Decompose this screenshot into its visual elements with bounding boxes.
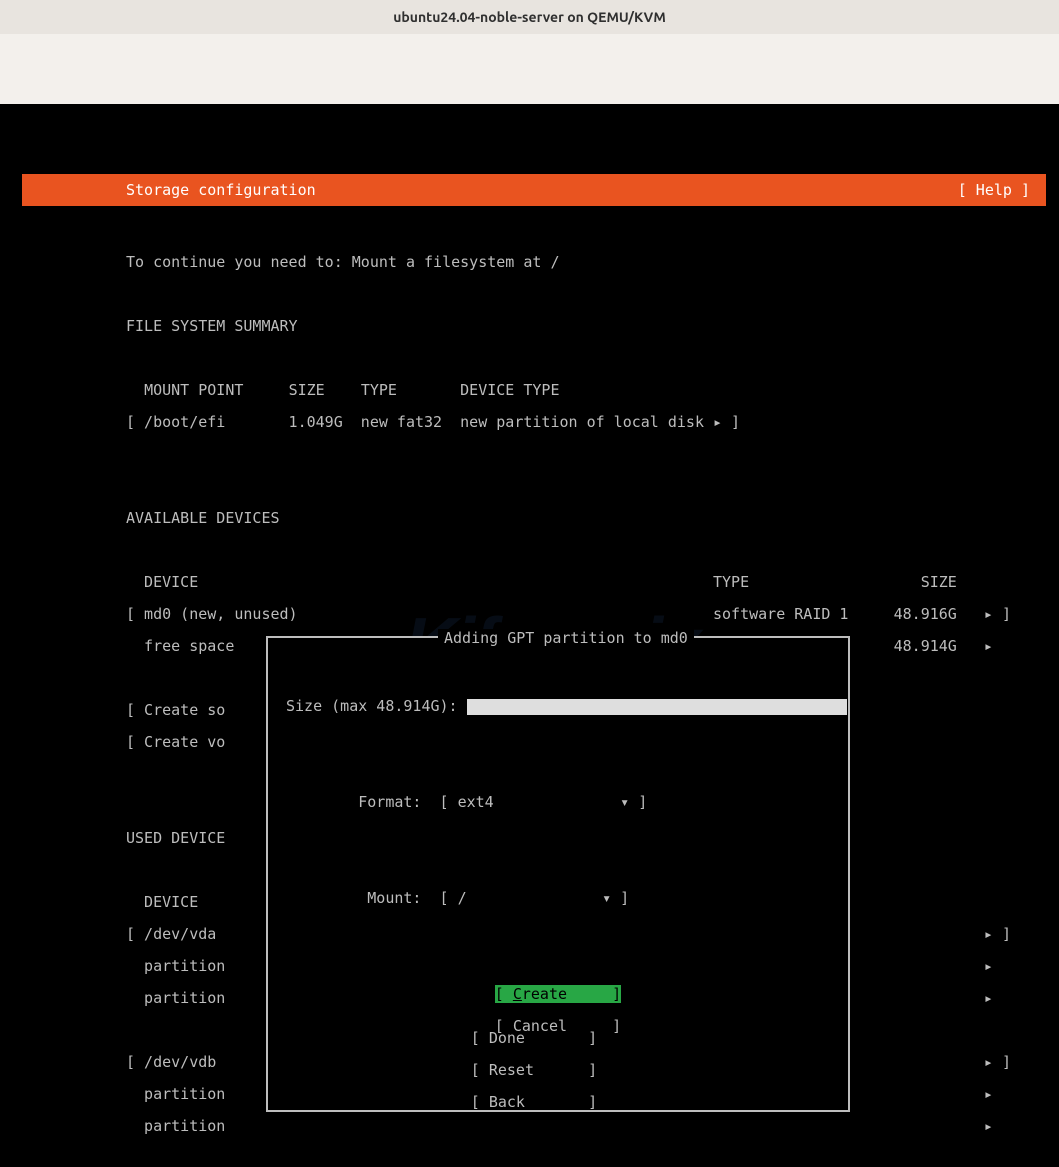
create-button[interactable]: [ Create ]	[495, 985, 621, 1003]
size-label: Size (max 48.914G):	[286, 697, 467, 715]
fs-summary-columns: MOUNT POINT SIZE TYPE DEVICE TYPE	[126, 382, 1046, 398]
window-title: ubuntu24.04-noble-server on QEMU/KVM	[393, 9, 666, 25]
reset-button[interactable]: [ Reset ]	[471, 1061, 597, 1079]
back-button[interactable]: [ Back ]	[471, 1093, 597, 1111]
fs-summary-row[interactable]: [ /boot/efi 1.049G new fat32 new partiti…	[126, 414, 1046, 430]
mount-label: Mount:	[286, 889, 440, 907]
installer-header: Storage configuration [ Help ]	[22, 174, 1046, 206]
mount-select[interactable]: [ / ▾ ]	[440, 889, 630, 907]
terminal-screen: Storage configuration [ Help ] To contin…	[0, 104, 1059, 952]
page-title: Storage configuration	[126, 174, 316, 206]
fs-summary-heading: FILE SYSTEM SUMMARY	[126, 318, 1046, 334]
device-row-md0[interactable]: [ md0 (new, unused) software RAID 1 48.9…	[126, 606, 1046, 622]
size-input[interactable]	[467, 699, 847, 715]
window-titlebar: ubuntu24.04-noble-server on QEMU/KVM	[0, 0, 1059, 34]
footer-buttons: [ Done ] [ Reset ] [ Back ]	[22, 1014, 1046, 1142]
instruction-text: To continue you need to: Mount a filesys…	[126, 254, 1046, 270]
done-button[interactable]: [ Done ]	[471, 1029, 597, 1047]
available-heading: AVAILABLE DEVICES	[126, 510, 1046, 526]
available-columns: DEVICE TYPE SIZE	[126, 574, 1046, 590]
format-select[interactable]: [ ext4 ▾ ]	[440, 793, 648, 811]
dialog-title: Adding GPT partition to md0	[438, 629, 694, 647]
format-label: Format:	[286, 793, 440, 811]
help-button[interactable]: [ Help ]	[958, 174, 1038, 206]
window-toolbar-area	[0, 34, 1059, 104]
